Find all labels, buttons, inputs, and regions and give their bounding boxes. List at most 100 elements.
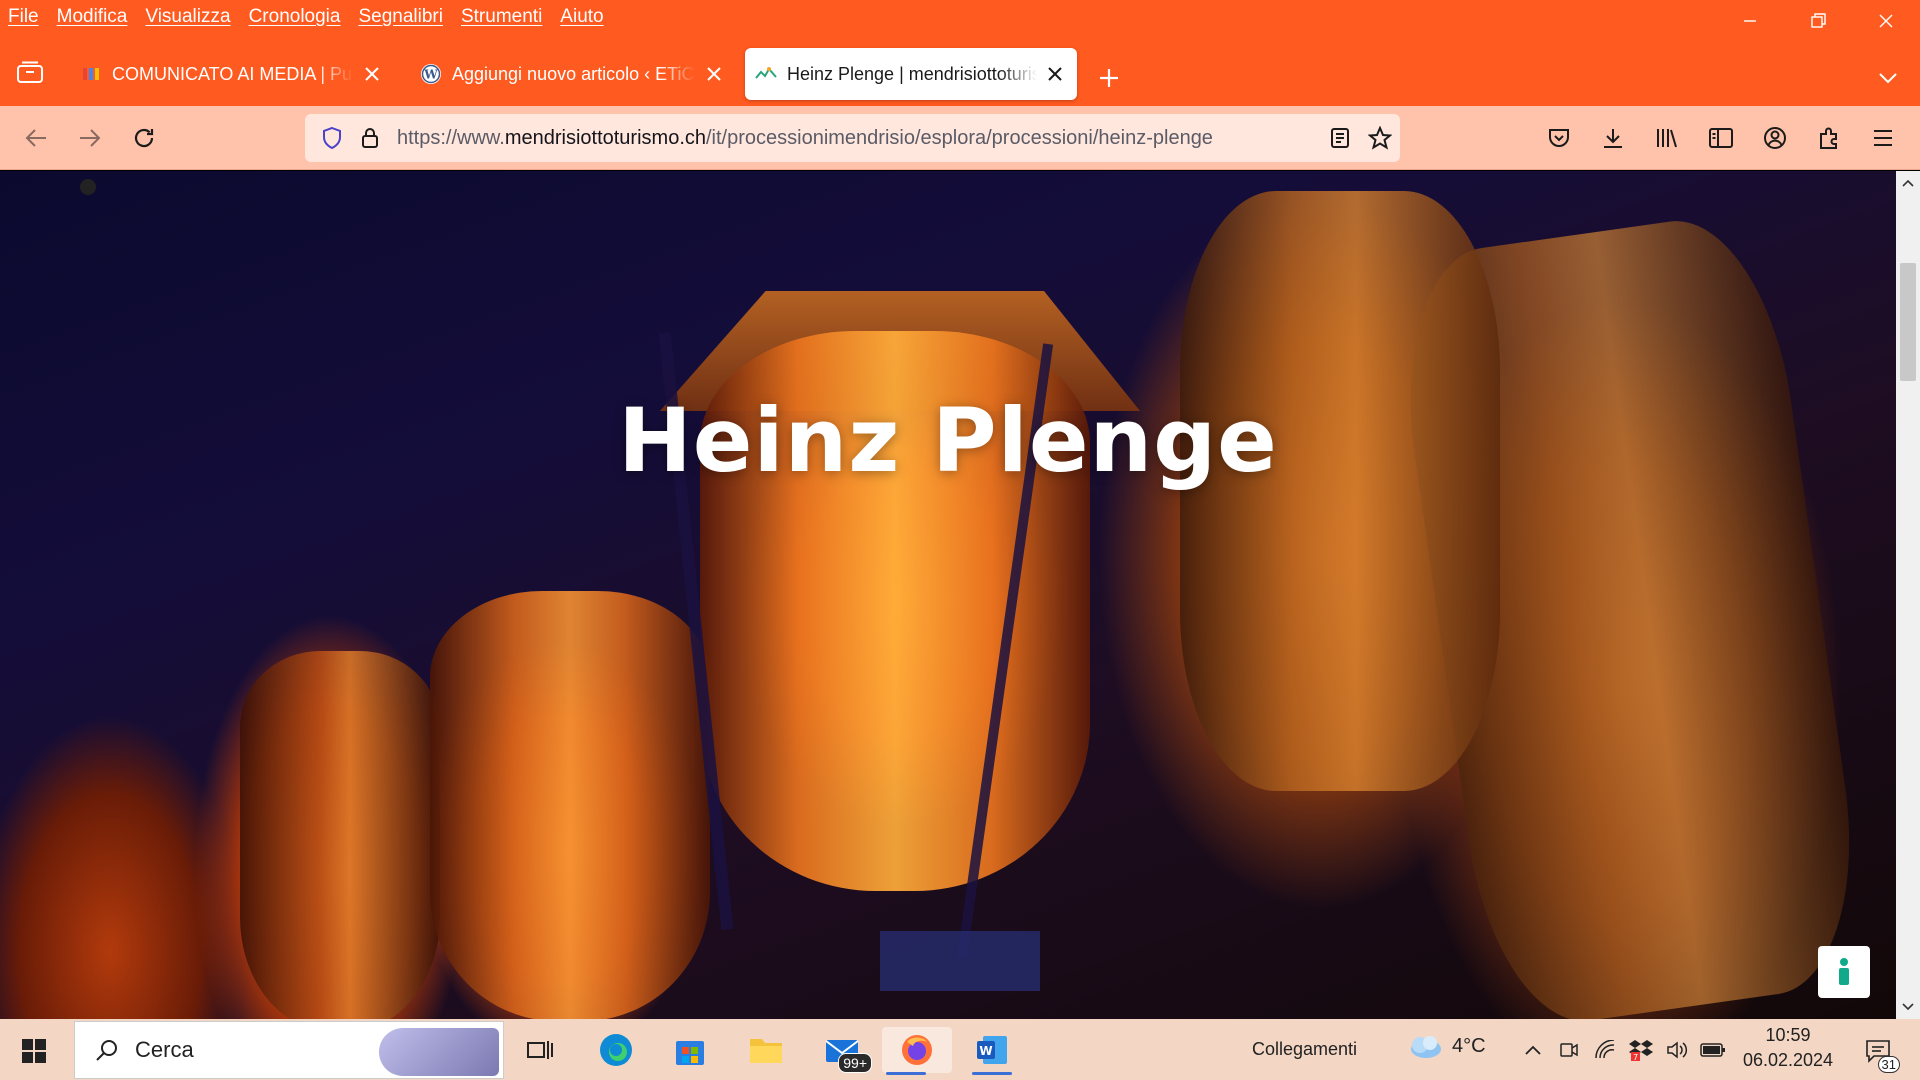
speaker-icon xyxy=(1667,1041,1688,1059)
dropbox-tray-button[interactable]: 7 xyxy=(1626,1035,1656,1065)
tab-title: Aggiungi nuovo articolo ‹ ETiCinema xyxy=(452,63,696,84)
url-prefix: https://www. xyxy=(397,126,505,149)
menu-visualizza[interactable]: Visualizza xyxy=(145,6,230,28)
tab-close-button[interactable] xyxy=(702,62,726,86)
store-taskbar-button[interactable] xyxy=(666,1027,714,1073)
arrow-left-icon xyxy=(25,129,46,147)
menu-segnalibri[interactable]: Segnalibri xyxy=(358,6,443,28)
volume-tray-button[interactable] xyxy=(1662,1035,1692,1065)
pocket-icon xyxy=(1549,129,1569,147)
scrollbar-thumb[interactable] xyxy=(1900,263,1916,381)
taskbar-search-box[interactable]: Cerca xyxy=(74,1021,504,1079)
back-button[interactable] xyxy=(18,120,54,156)
chevron-up-icon xyxy=(1525,1045,1541,1055)
reader-view-icon xyxy=(1331,128,1349,148)
svg-text:W: W xyxy=(423,68,438,82)
account-button[interactable] xyxy=(1757,120,1793,156)
cloud-icon xyxy=(1411,1036,1441,1058)
chevron-down-icon xyxy=(1879,73,1897,84)
pocket-button[interactable] xyxy=(1541,120,1577,156)
menu-list: File Modifica Visualizza Cronologia Segn… xyxy=(0,6,622,28)
show-hidden-icons-button[interactable] xyxy=(1518,1035,1548,1065)
edge-taskbar-button[interactable] xyxy=(592,1027,640,1073)
tab-bar: COMUNICATO AI MEDIA | Pubblico W Aggiung… xyxy=(0,34,1920,106)
page-scrollbar[interactable] xyxy=(1896,171,1920,1019)
accessibility-button[interactable] xyxy=(1818,946,1870,998)
notification-center-button[interactable]: 31 xyxy=(1858,1031,1900,1073)
close-icon xyxy=(365,67,379,81)
start-button[interactable] xyxy=(14,1031,54,1071)
mail-unread-badge: 99+ xyxy=(838,1053,872,1073)
menu-modifica[interactable]: Modifica xyxy=(57,6,128,28)
clock-time: 10:59 xyxy=(1765,1025,1811,1045)
wordpress-icon: W xyxy=(420,63,442,85)
downloads-button[interactable] xyxy=(1595,120,1631,156)
tab-aggiungi-articolo[interactable]: W Aggiungi nuovo articolo ‹ ETiCinema xyxy=(410,48,736,100)
tracking-protection-shield-icon[interactable] xyxy=(315,126,349,150)
word-taskbar-button[interactable]: W xyxy=(968,1027,1016,1075)
arrow-right-icon xyxy=(80,129,101,147)
reader-view-button[interactable] xyxy=(1320,118,1360,158)
extensions-button[interactable] xyxy=(1811,120,1847,156)
scroll-up-button[interactable] xyxy=(1896,171,1920,195)
list-all-tabs-button[interactable] xyxy=(1872,62,1904,94)
new-tab-button[interactable] xyxy=(1093,62,1125,94)
hero-image-lantern xyxy=(240,651,440,1019)
mail-taskbar-button[interactable]: 99+ xyxy=(818,1027,872,1073)
site-icon xyxy=(755,63,777,85)
wifi-tray-button[interactable] xyxy=(1590,1035,1620,1065)
download-icon xyxy=(1604,129,1622,148)
menu-cronologia[interactable]: Cronologia xyxy=(249,6,341,28)
hamburger-icon xyxy=(1874,130,1892,146)
page-dot xyxy=(80,179,96,195)
library-button[interactable] xyxy=(1649,120,1685,156)
tab-title: Heinz Plenge | mendrisiottoturismo xyxy=(787,63,1037,84)
reload-icon xyxy=(134,128,154,148)
task-view-button[interactable] xyxy=(516,1027,564,1073)
scroll-down-button[interactable] xyxy=(1896,995,1920,1019)
word-icon: W xyxy=(977,1036,1007,1064)
account-icon xyxy=(1764,127,1786,149)
minimize-icon xyxy=(1744,20,1756,22)
taskbar-clock[interactable]: 10:59 06.02.2024 xyxy=(1740,1025,1836,1071)
chevron-up-icon xyxy=(1902,179,1914,187)
tab-close-button[interactable] xyxy=(1043,62,1067,86)
firefox-view-button[interactable] xyxy=(14,58,46,86)
forward-button[interactable] xyxy=(72,120,108,156)
file-explorer-taskbar-button[interactable] xyxy=(742,1027,790,1073)
taskbar: Cerca 99+ W Collegamenti 4°C 7 10:59 06.… xyxy=(0,1019,1920,1080)
reload-button[interactable] xyxy=(126,120,162,156)
folder-icon xyxy=(750,1039,782,1063)
camera-icon xyxy=(1560,1043,1578,1057)
page-title: Heinz Plenge xyxy=(618,389,1278,492)
menu-file[interactable]: File xyxy=(8,6,39,28)
plus-icon xyxy=(1100,69,1118,87)
hero-image-lantern xyxy=(430,591,710,1019)
battery-tray-button[interactable] xyxy=(1698,1035,1728,1065)
sidebar-button[interactable] xyxy=(1703,120,1739,156)
tab-comunicato[interactable]: COMUNICATO AI MEDIA | Pubblico xyxy=(70,48,394,100)
tab-title: COMUNICATO AI MEDIA | Pubblico xyxy=(112,63,354,84)
puzzle-icon xyxy=(1820,127,1837,149)
firefox-taskbar-button[interactable] xyxy=(882,1027,952,1075)
menu-aiuto[interactable]: Aiuto xyxy=(560,6,603,28)
url-text[interactable]: https://www.mendrisiottoturismo.ch/it/pr… xyxy=(397,127,1320,150)
temperature-text: 4°C xyxy=(1452,1034,1486,1057)
accessibility-icon xyxy=(1839,958,1849,985)
tab-close-button[interactable] xyxy=(360,62,384,86)
search-highlight-image xyxy=(379,1028,499,1076)
meet-now-tray-button[interactable] xyxy=(1554,1035,1584,1065)
url-path: /it/processionimendrisio/esplora/process… xyxy=(706,126,1213,149)
tab-heinz-plenge[interactable]: Heinz Plenge | mendrisiottoturismo xyxy=(745,48,1077,100)
app-menu-button[interactable] xyxy=(1865,120,1901,156)
bookmark-star-button[interactable] xyxy=(1360,118,1400,158)
windows-logo-icon xyxy=(22,1039,46,1063)
lock-icon[interactable] xyxy=(353,127,387,149)
url-bar[interactable]: https://www.mendrisiottoturismo.ch/it/pr… xyxy=(305,114,1400,162)
close-icon xyxy=(1048,67,1062,81)
menu-strumenti[interactable]: Strumenti xyxy=(461,6,542,28)
firefox-icon xyxy=(902,1035,932,1065)
weather-widget[interactable]: 4°C xyxy=(1404,1031,1486,1061)
taskbar-links-toolbar[interactable]: Collegamenti xyxy=(1252,1039,1357,1060)
menu-bar: File Modifica Visualizza Cronologia Segn… xyxy=(0,0,1920,34)
